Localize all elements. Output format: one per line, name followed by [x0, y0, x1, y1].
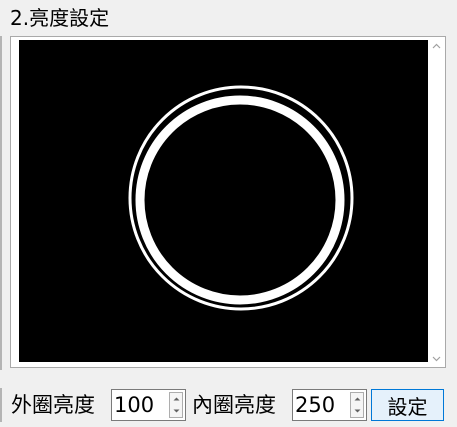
vertical-scrollbar[interactable] — [428, 37, 445, 367]
left-panel-edge — [0, 36, 2, 370]
outer-stepper-buttons[interactable] — [169, 392, 183, 418]
inner-brightness-value[interactable]: 250 — [295, 390, 335, 420]
brightness-controls: 外圈亮度 100 內圈亮度 250 設定 — [0, 386, 457, 426]
inner-brightness-stepper[interactable]: 250 — [292, 389, 367, 421]
chevron-up-icon[interactable] — [428, 37, 445, 54]
stepper-down-icon[interactable] — [351, 405, 363, 417]
preview-image — [19, 40, 429, 362]
stepper-down-icon[interactable] — [170, 405, 182, 417]
inner-brightness-label: 內圈亮度 — [192, 393, 276, 417]
outer-brightness-label: 外圈亮度 — [11, 393, 95, 417]
outer-brightness-stepper[interactable]: 100 — [111, 389, 186, 421]
section-title: 2.亮度設定 — [10, 6, 110, 30]
inner-stepper-buttons[interactable] — [350, 392, 364, 418]
image-panel[interactable] — [10, 36, 446, 368]
ring-preview — [19, 40, 429, 362]
set-button[interactable]: 設定 — [371, 389, 444, 421]
stepper-up-icon[interactable] — [351, 393, 363, 405]
outer-brightness-value[interactable]: 100 — [114, 390, 154, 420]
stepper-up-icon[interactable] — [170, 393, 182, 405]
chevron-down-icon[interactable] — [428, 350, 445, 367]
